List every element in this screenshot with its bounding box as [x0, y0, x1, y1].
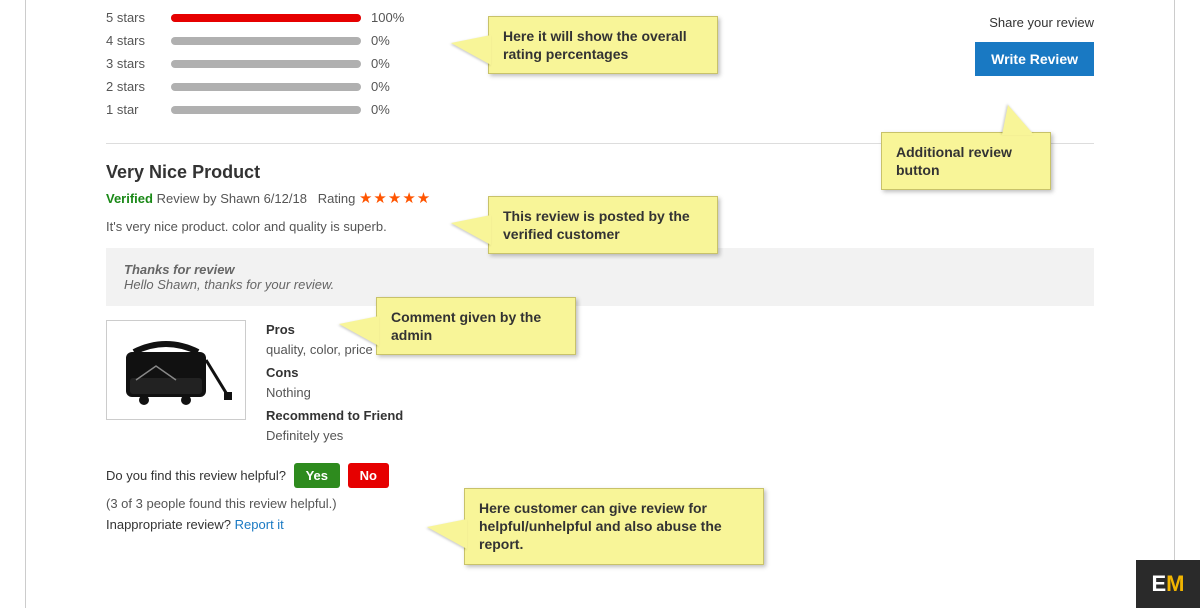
rating-bars: 5 stars 100% 4 stars 0% 3 stars 0% 2 sta… [106, 10, 426, 125]
rating-label: 4 stars [106, 33, 161, 48]
callout-ratings: Here it will show the overall rating per… [488, 16, 718, 74]
bar-track [171, 14, 361, 22]
callout-helpful: Here customer can give review for helpfu… [464, 488, 764, 565]
callout-text: This review is posted by the verified cu… [503, 208, 690, 242]
rating-row-3: 3 stars 0% [106, 56, 426, 71]
rating-row-1: 1 star 0% [106, 102, 426, 117]
callout-text: Comment given by the admin [391, 309, 541, 343]
callout-tail-icon [427, 519, 467, 549]
recommend-label: Recommend to Friend [266, 406, 403, 426]
callout-text: Here it will show the overall rating per… [503, 28, 687, 62]
write-review-button[interactable]: Write Review [975, 42, 1094, 76]
callout-tail-icon [451, 215, 491, 245]
meta-prefix: Review by [157, 191, 217, 206]
bar-track [171, 60, 361, 68]
share-text: Share your review [975, 15, 1094, 30]
rating-row-4: 4 stars 0% [106, 33, 426, 48]
callout-text: Additional review button [896, 144, 1012, 178]
bag-icon [116, 330, 236, 410]
callout-tail-icon [451, 35, 491, 65]
bar-track [171, 83, 361, 91]
rating-pct: 0% [371, 79, 411, 94]
admin-comment: Thanks for review Hello Shawn, thanks fo… [106, 248, 1094, 306]
admin-comment-body: Hello Shawn, thanks for your review. [124, 277, 1076, 292]
callout-verified: This review is posted by the verified cu… [488, 196, 718, 254]
callout-admin: Comment given by the admin [376, 297, 576, 355]
rating-row-2: 2 stars 0% [106, 79, 426, 94]
bar-fill [171, 14, 361, 22]
cons-label: Cons [266, 363, 403, 383]
rating-label: 1 star [106, 102, 161, 117]
review-date: 6/12/18 [264, 191, 307, 206]
report-link[interactable]: Report it [235, 517, 284, 532]
verified-badge: Verified [106, 191, 153, 206]
inappropriate-label: Inappropriate review? [106, 517, 231, 532]
rating-label: 3 stars [106, 56, 161, 71]
review-details: Pros quality, color, price Cons Nothing … [106, 320, 1094, 449]
helpful-yes-button[interactable]: Yes [294, 463, 340, 488]
rating-row-5: 5 stars 100% [106, 10, 426, 25]
rating-pct: 0% [371, 56, 411, 71]
callout-tail-icon [339, 316, 379, 346]
product-image [106, 320, 246, 420]
star-icon: ★★★★★ [359, 190, 431, 207]
helpful-question: Do you find this review helpful? [106, 468, 286, 483]
rating-pct: 0% [371, 102, 411, 117]
admin-comment-title: Thanks for review [124, 262, 1076, 277]
logo-m: M [1166, 571, 1184, 597]
review-author: Shawn [220, 191, 260, 206]
helpful-no-button[interactable]: No [348, 463, 389, 488]
callout-write-button: Additional review button [881, 132, 1051, 190]
callout-tail-icon [1002, 105, 1034, 135]
rating-pct: 0% [371, 33, 411, 48]
em-logo: EM [1136, 560, 1200, 608]
cons-value: Nothing [266, 383, 403, 403]
logo-e: E [1151, 571, 1166, 597]
share-block: Share your review Write Review [975, 10, 1094, 125]
bar-track [171, 106, 361, 114]
recommend-value: Definitely yes [266, 426, 403, 446]
rating-label: 5 stars [106, 10, 161, 25]
rating-label: Rating [318, 191, 356, 206]
rating-pct: 100% [371, 10, 411, 25]
rating-label: 2 stars [106, 79, 161, 94]
callout-text: Here customer can give review for helpfu… [479, 500, 722, 552]
bar-track [171, 37, 361, 45]
